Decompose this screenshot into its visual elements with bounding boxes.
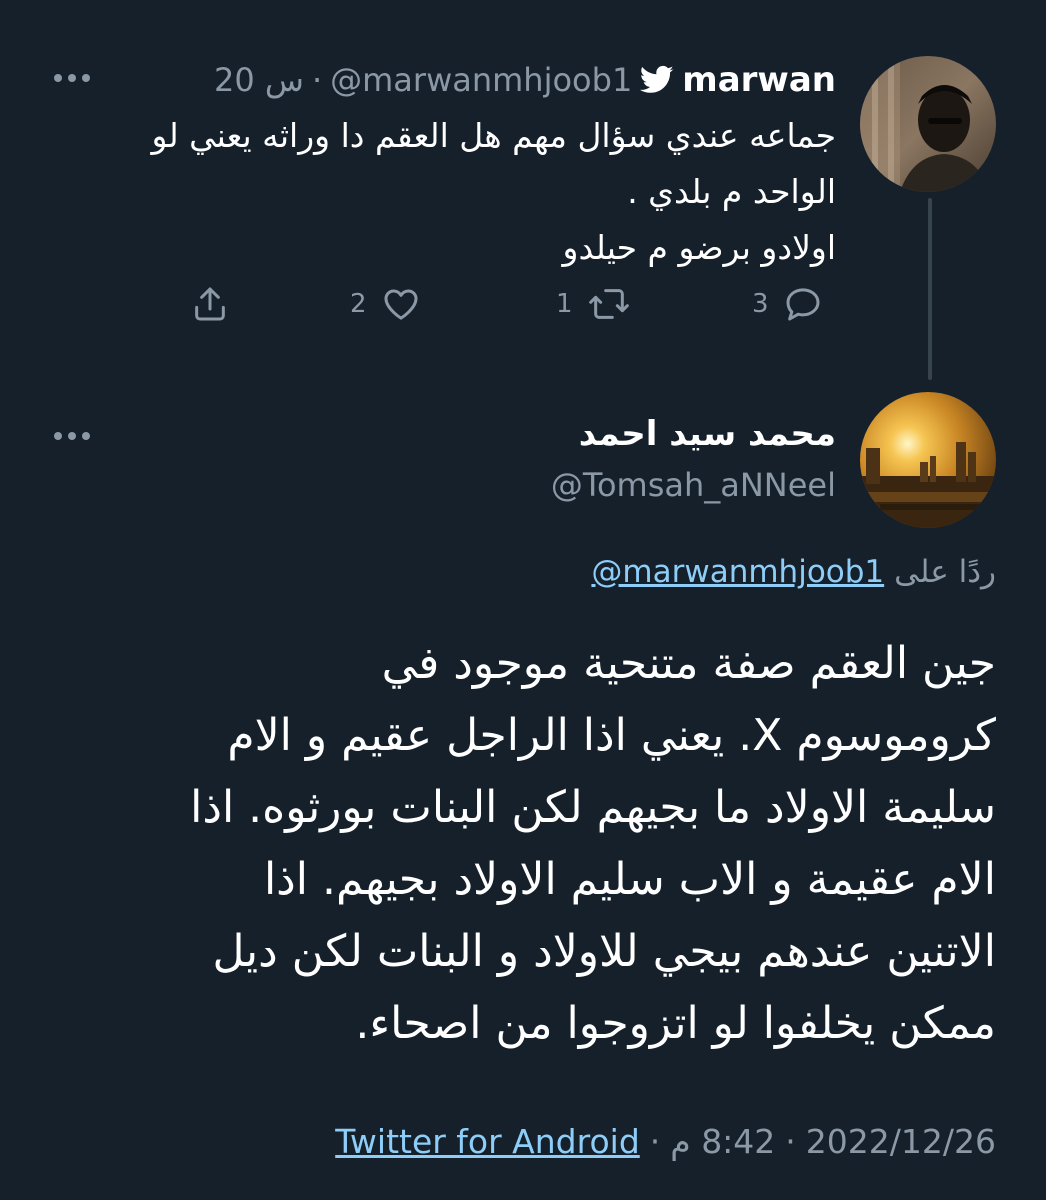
tweet-text-line: الام عقيمة و الاب سليم الاولاد بجيهم. اذ… <box>263 854 996 905</box>
tweet-thread: marwan @marwanmhjoob1 · 20 س جماعه عندي … <box>0 0 1046 1200</box>
tweet-date[interactable]: 2022/12/26 <box>806 1122 996 1161</box>
replying-to-link[interactable]: @marwanmhjoob1 <box>591 554 884 590</box>
tweet-meta: 2022/12/26 · 8:42 م · Twitter for Androi… <box>335 1122 996 1161</box>
heart-icon <box>384 289 418 320</box>
retweet-icon <box>588 289 629 319</box>
reply-count: 3 <box>752 289 769 319</box>
separator-dot: · <box>311 61 323 99</box>
tweet-text-line: كروموسوم X. يعني اذا الراجل عقيم و الام <box>227 710 996 761</box>
reply-button[interactable]: 3 <box>752 284 823 324</box>
retweet-button[interactable]: 1 <box>556 284 631 324</box>
twitter-bird-icon <box>640 65 674 95</box>
tweet-text-line: الواحد م بلدي . <box>627 172 836 211</box>
separator-dot: · <box>649 1122 661 1161</box>
tweet-text-line: جماعه عندي سؤال مهم هل العقم دا وراثه يع… <box>151 116 836 155</box>
avatar-marwan[interactable] <box>860 56 996 192</box>
timestamp[interactable]: 20 س <box>214 61 304 99</box>
tweet-text-line: جين العقم صفة متنحية موجود في <box>381 638 996 689</box>
more-options-button[interactable] <box>54 74 90 82</box>
like-count: 2 <box>350 289 367 319</box>
reply-handle[interactable]: @Tomsah_aNNeel <box>551 466 836 504</box>
tweet-text-line: الاتنين عندهم بيجي للاولاد و البنات لكن … <box>212 926 996 977</box>
share-icon <box>195 287 225 321</box>
reply-bubble-icon <box>786 288 820 321</box>
parent-tweet-actions: 2 1 3 <box>180 276 840 332</box>
share-button[interactable] <box>190 284 230 324</box>
replying-to: ردًا على @marwanmhjoob1 <box>591 554 996 590</box>
tweet-time[interactable]: 8:42 م <box>670 1122 775 1161</box>
tweet-text-line: سليمة الاولاد ما بجيهم لكن البنات بورثوه… <box>190 782 996 833</box>
handle[interactable]: @marwanmhjoob1 <box>330 61 632 99</box>
parent-tweet-header: marwan @marwanmhjoob1 · 20 س <box>214 58 836 102</box>
thread-connector-line <box>928 198 932 380</box>
tweet-text-line: ممكن يخلفوا لو اتزوجوا من اصحاء. <box>355 998 996 1049</box>
like-button[interactable]: 2 <box>350 284 421 324</box>
more-options-button[interactable] <box>54 432 90 440</box>
separator-dot: · <box>785 1122 796 1161</box>
tweet-text-line: اولادو برضو م حيلدو <box>562 228 836 267</box>
reply-display-name[interactable]: محمد سيد احمد <box>579 414 836 454</box>
more-horizontal-icon <box>54 74 62 82</box>
more-horizontal-icon <box>54 432 62 440</box>
replying-to-label: ردًا على <box>894 554 996 590</box>
avatar-tomsah[interactable] <box>860 392 996 528</box>
retweet-count: 1 <box>556 289 573 319</box>
parent-tweet-text: جماعه عندي سؤال مهم هل العقم دا وراثه يع… <box>46 108 836 276</box>
tweet-source-link[interactable]: Twitter for Android <box>335 1122 640 1161</box>
reply-tweet-text: جين العقم صفة متنحية موجود في كروموسوم X… <box>36 628 996 1060</box>
display-name[interactable]: marwan <box>682 60 836 100</box>
